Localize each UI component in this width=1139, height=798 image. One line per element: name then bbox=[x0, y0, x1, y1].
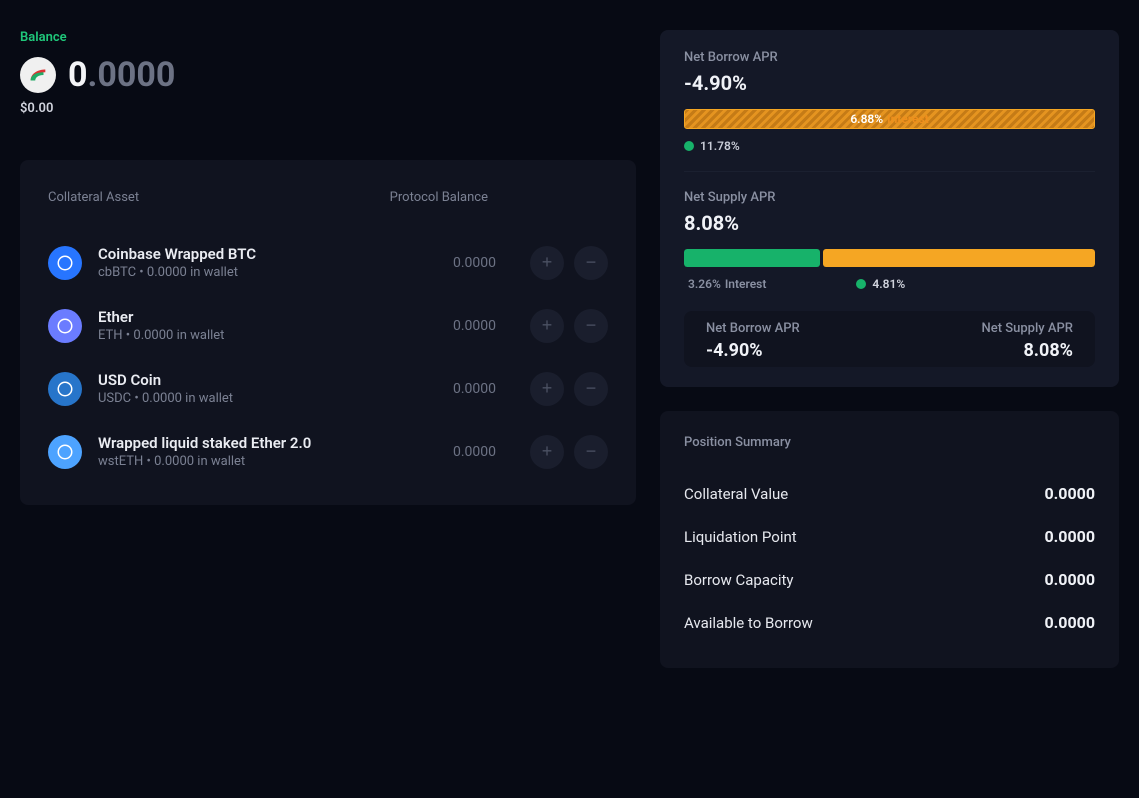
asset-subtext: USDC • 0.0000 in wallet bbox=[98, 391, 390, 406]
add-collateral-button[interactable]: + bbox=[530, 372, 564, 406]
position-row: Available to Borrow 0.0000 bbox=[684, 601, 1095, 644]
asset-icon bbox=[48, 435, 82, 469]
balance-label: Balance bbox=[20, 30, 636, 45]
col-header-balance: Protocol Balance bbox=[390, 190, 608, 205]
position-row: Liquidation Point 0.0000 bbox=[684, 515, 1095, 558]
asset-icon bbox=[48, 372, 82, 406]
position-value: 0.0000 bbox=[1044, 613, 1095, 632]
borrow-interest-word: Interest bbox=[887, 112, 929, 126]
asset-row: Ether ETH • 0.0000 in wallet 0.0000 +− bbox=[48, 294, 608, 357]
compact-borrow-label: Net Borrow APR bbox=[706, 321, 800, 336]
net-supply-apr-value: 8.08% bbox=[684, 211, 1095, 235]
asset-name: Ether bbox=[98, 308, 390, 326]
compact-supply-value: 8.08% bbox=[1023, 340, 1073, 361]
remove-collateral-button[interactable]: − bbox=[574, 435, 608, 469]
position-key: Borrow Capacity bbox=[684, 571, 793, 589]
collateral-panel: Collateral Asset Protocol Balance Coinba… bbox=[20, 160, 636, 505]
balance-row: 0.0000 bbox=[20, 55, 636, 95]
add-collateral-button[interactable]: + bbox=[530, 309, 564, 343]
position-value: 0.0000 bbox=[1044, 570, 1095, 589]
asset-subtext: ETH • 0.0000 in wallet bbox=[98, 328, 390, 343]
apr-compact-row: Net Borrow APR -4.90% Net Supply APR 8.0… bbox=[684, 311, 1095, 367]
supply-bar-orange bbox=[823, 249, 1095, 267]
net-supply-apr-label: Net Supply APR bbox=[684, 190, 1095, 205]
asset-row: Coinbase Wrapped BTC cbBTC • 0.0000 in wa… bbox=[48, 231, 608, 294]
position-summary-panel: Position Summary Collateral Value0.0000L… bbox=[660, 411, 1119, 668]
position-key: Collateral Value bbox=[684, 485, 788, 503]
net-borrow-apr-label: Net Borrow APR bbox=[684, 50, 1095, 65]
divider bbox=[684, 171, 1095, 172]
asset-subtext: cbBTC • 0.0000 in wallet bbox=[98, 265, 390, 280]
asset-protocol-balance: 0.0000 bbox=[406, 255, 496, 271]
asset-name: USD Coin bbox=[98, 371, 390, 389]
asset-protocol-balance: 0.0000 bbox=[406, 444, 496, 460]
compact-borrow-value: -4.90% bbox=[706, 340, 800, 361]
balance-usd: $0.00 bbox=[20, 101, 636, 116]
asset-protocol-balance: 0.0000 bbox=[406, 318, 496, 334]
balance-fraction: .0000 bbox=[88, 55, 176, 95]
add-collateral-button[interactable]: + bbox=[530, 435, 564, 469]
remove-collateral-button[interactable]: − bbox=[574, 309, 608, 343]
add-collateral-button[interactable]: + bbox=[530, 246, 564, 280]
position-row: Collateral Value 0.0000 bbox=[684, 472, 1095, 515]
position-key: Liquidation Point bbox=[684, 528, 797, 546]
supply-bar bbox=[684, 249, 1095, 267]
position-value: 0.0000 bbox=[1044, 527, 1095, 546]
remove-collateral-button[interactable]: − bbox=[574, 246, 608, 280]
supply-bar-green bbox=[684, 249, 820, 267]
compact-supply-label: Net Supply APR bbox=[982, 321, 1073, 336]
net-borrow-apr-value: -4.90% bbox=[684, 71, 1095, 95]
asset-row: USD Coin USDC • 0.0000 in wallet 0.0000 +− bbox=[48, 357, 608, 420]
balance-amount: 0.0000 bbox=[68, 55, 175, 95]
asset-protocol-balance: 0.0000 bbox=[406, 381, 496, 397]
col-header-asset: Collateral Asset bbox=[48, 190, 139, 205]
dot-icon bbox=[856, 279, 866, 289]
balance-whole: 0 bbox=[68, 55, 88, 95]
dot-icon bbox=[684, 141, 694, 151]
borrow-interest-bar: 6.88% Interest bbox=[684, 109, 1095, 129]
asset-name: Wrapped liquid staked Ether 2.0 bbox=[98, 434, 390, 452]
borrow-sub-percent: 11.78% bbox=[700, 139, 740, 153]
position-summary-title: Position Summary bbox=[684, 435, 1095, 450]
asset-subtext: wstETH • 0.0000 in wallet bbox=[98, 454, 390, 469]
position-key: Available to Borrow bbox=[684, 614, 813, 632]
apr-card: Net Borrow APR -4.90% 6.88% Interest 11.… bbox=[660, 30, 1119, 387]
asset-name: Coinbase Wrapped BTC bbox=[98, 245, 390, 263]
asset-row: Wrapped liquid staked Ether 2.0 wstETH • … bbox=[48, 420, 608, 483]
asset-icon bbox=[48, 309, 82, 343]
supply-bonus-legend: 4.81% bbox=[856, 277, 905, 291]
borrow-interest-rate: 6.88% bbox=[850, 112, 883, 126]
asset-icon bbox=[48, 246, 82, 280]
position-value: 0.0000 bbox=[1044, 484, 1095, 503]
borrow-sublegend: 11.78% bbox=[684, 139, 1095, 153]
supply-interest-legend: 3.26%Interest bbox=[684, 277, 766, 291]
remove-collateral-button[interactable]: − bbox=[574, 372, 608, 406]
protocol-logo-icon bbox=[20, 57, 56, 93]
position-row: Borrow Capacity 0.0000 bbox=[684, 558, 1095, 601]
